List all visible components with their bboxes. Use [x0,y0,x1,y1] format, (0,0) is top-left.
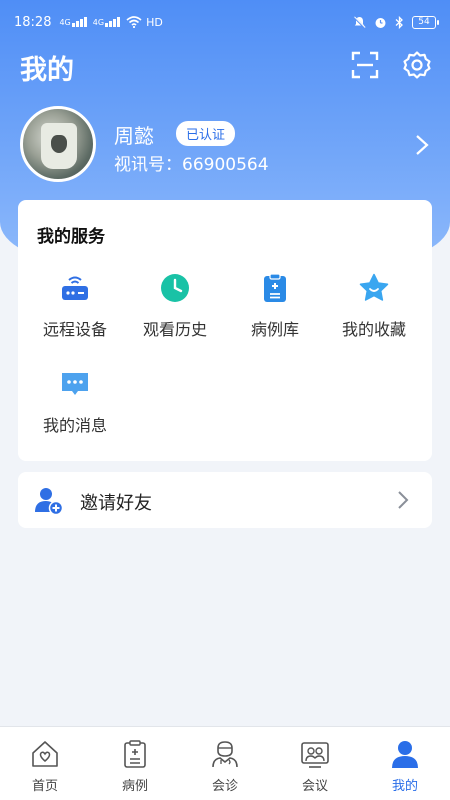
user-id: 视讯号：66900564 [114,155,269,175]
user-name: 周懿 [114,124,154,148]
router-icon [62,276,88,300]
avatar[interactable] [20,106,96,182]
invite-friends-row[interactable]: 邀请好友 [18,472,432,528]
signal-1-label: 4G [59,17,71,27]
avatar-deer-image [51,135,67,153]
tab-home[interactable]: 首页 [0,727,90,800]
clipboard-icon [264,273,286,302]
service-my-messages[interactable]: 我的消息 [27,368,123,436]
mute-bell-icon [353,15,366,29]
tab-consultation[interactable]: 会诊 [180,727,270,800]
scan-icon[interactable] [350,50,380,80]
tab-label: 会诊 [211,779,238,794]
person-icon [392,741,418,768]
signal-2-icon [105,17,121,27]
service-label: 远程设备 [42,320,107,339]
tab-mine[interactable]: 我的 [360,727,450,800]
battery-icon: 54 [412,15,439,29]
page-title: 我的 [20,55,74,86]
service-my-favorites[interactable]: 我的收藏 [326,272,422,340]
case-icon [124,740,146,768]
signal-1-icon [71,17,87,27]
service-label: 观看历史 [142,320,207,339]
services-card: 我的服务 远程设备 观看历史 病例库 我的收藏 我的消息 [18,200,432,461]
services-title: 我的服务 [37,227,105,247]
doctor-icon [212,741,238,768]
signal-2-label: 4G [92,17,105,27]
tab-cases[interactable]: 病例 [90,727,180,800]
service-label: 我的收藏 [341,320,406,339]
bottom-tab-bar: 首页 病例 会诊 会议 我的 [0,726,450,800]
verified-badge: 已认证 [176,121,236,146]
star-icon [359,273,389,301]
tab-label: 我的 [391,779,418,794]
service-case-library[interactable]: 病例库 [227,272,323,340]
bluetooth-icon [395,15,403,29]
service-label: 病例库 [250,320,299,339]
service-remote-device[interactable]: 远程设备 [27,272,123,340]
clock-icon [161,274,189,302]
chevron-right-icon[interactable] [414,134,430,156]
tab-label: 病例 [121,779,148,794]
network-label: HD [146,15,163,29]
meeting-icon [301,742,329,768]
invite-friends-label: 邀请好友 [80,493,152,514]
status-time: 18:28 [14,14,52,30]
chevron-right-icon [398,491,409,509]
service-watch-history[interactable]: 观看历史 [127,272,223,340]
add-user-icon [35,488,64,515]
status-bar: 18:28 4G 4G HD 54 [0,0,450,44]
tab-meeting[interactable]: 会议 [270,727,360,800]
wifi-icon [126,16,142,28]
alarm-icon [375,17,386,28]
home-icon [32,741,58,767]
gear-icon[interactable] [402,50,432,80]
tab-label: 首页 [31,779,58,794]
message-icon [62,373,88,395]
tab-label: 会议 [301,779,328,794]
service-label: 我的消息 [42,416,107,435]
